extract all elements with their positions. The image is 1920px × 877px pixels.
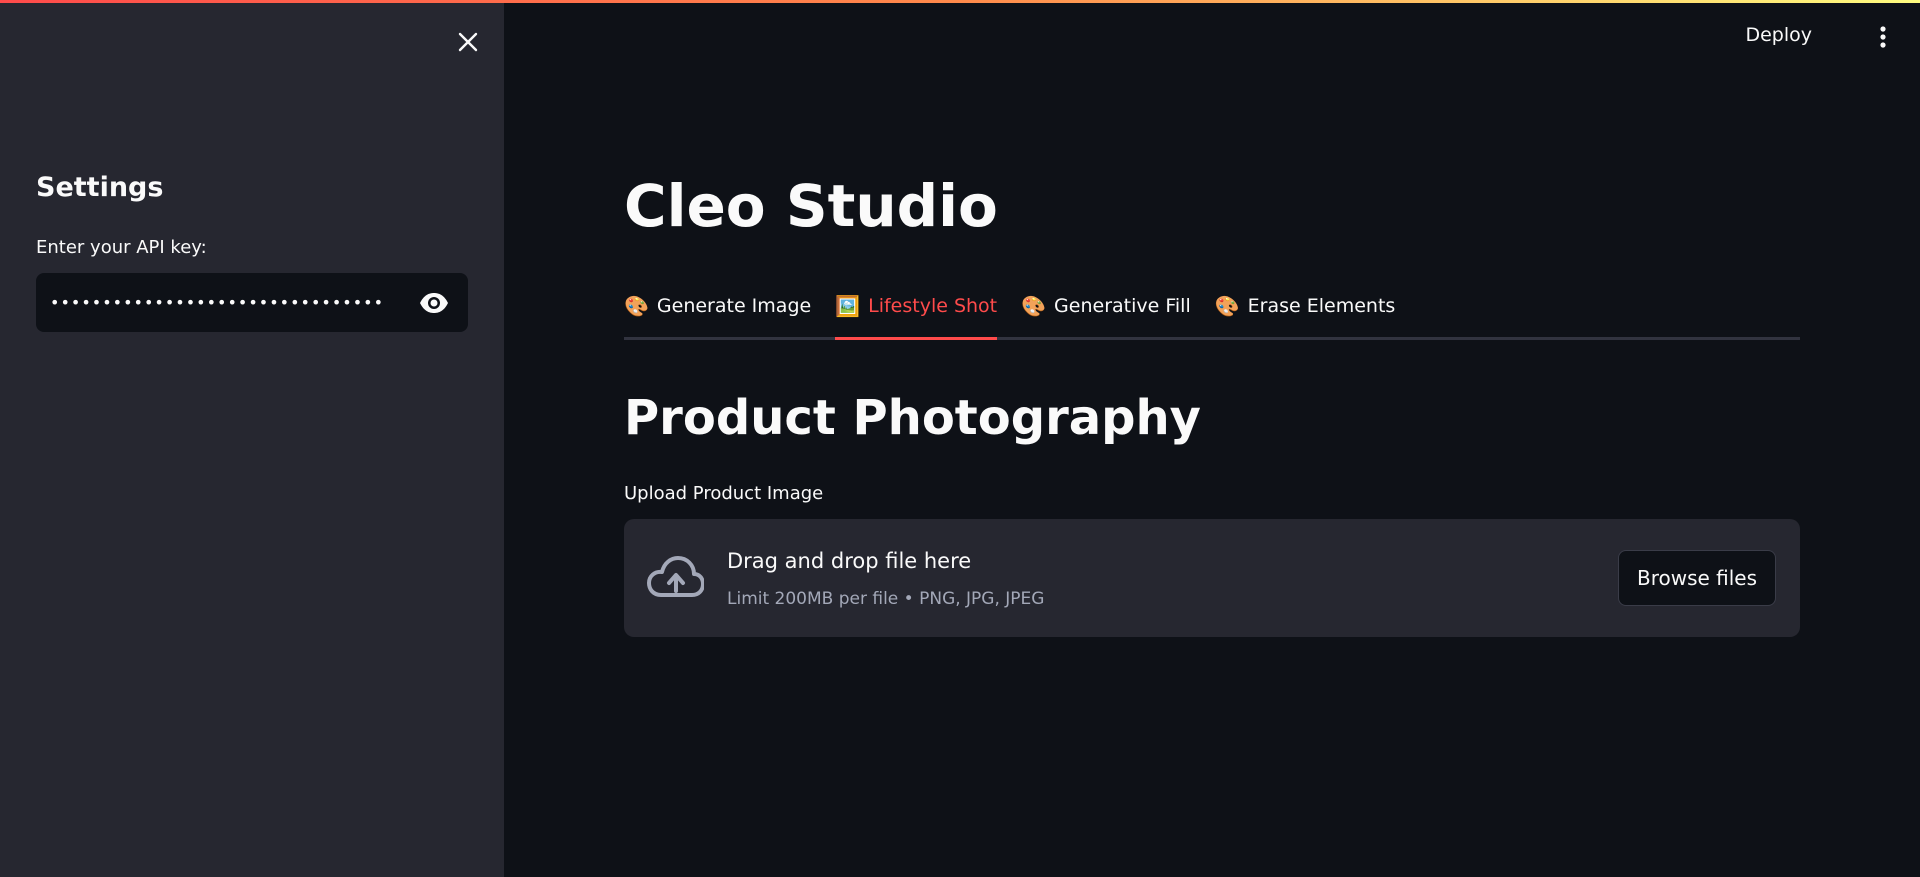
sidebar: Settings Enter your API key: •••••••••••… [0,0,504,877]
section-title: Product Photography [624,390,1201,446]
palette-icon: 🎨 [1214,293,1240,318]
tab-label: Lifestyle Shot [868,294,998,317]
dropzone-limits: Limit 200MB per file • PNG, JPG, JPEG [727,589,1045,609]
sidebar-title: Settings [36,172,164,203]
cloud-upload-icon [647,556,704,597]
kebab-menu-icon [1880,26,1886,48]
tab-erase-elements[interactable]: 🎨 Erase Elements [1215,286,1396,337]
file-dropzone[interactable]: Drag and drop file here Limit 200MB per … [624,519,1800,637]
palette-icon: 🎨 [1021,293,1047,318]
api-key-label: Enter your API key: [36,237,207,258]
api-key-field[interactable]: •••••••••••••••••••••••••••••••• [36,273,468,332]
upload-label: Upload Product Image [624,483,824,504]
tab-generate-image[interactable]: 🎨 Generate Image [624,286,811,337]
main-content: Cleo Studio 🎨 Generate Image 🖼️ Lifestyl… [624,0,1800,877]
close-sidebar-button[interactable] [452,26,484,58]
browse-files-button[interactable]: Browse files [1618,550,1776,606]
tab-label: Generative Fill [1054,294,1191,317]
tab-generative-fill[interactable]: 🎨 Generative Fill [1021,286,1191,337]
tab-bar: 🎨 Generate Image 🖼️ Lifestyle Shot 🎨 Gen… [624,286,1800,340]
page-title: Cleo Studio [624,172,998,240]
dropzone-instructions: Drag and drop file here [727,549,972,573]
tab-label: Generate Image [656,294,812,317]
close-icon [458,32,478,52]
top-decoration-bar [0,0,1920,3]
show-password-button[interactable] [414,283,454,323]
tab-lifestyle-shot[interactable]: 🖼️ Lifestyle Shot [835,286,998,340]
main-menu-button[interactable] [1868,22,1898,52]
picture-icon: 🖼️ [835,293,861,318]
eye-icon [420,292,448,313]
palette-icon: 🎨 [624,293,649,318]
tab-label: Erase Elements [1247,294,1396,317]
api-key-input[interactable]: •••••••••••••••••••••••••••••••• [50,295,414,311]
